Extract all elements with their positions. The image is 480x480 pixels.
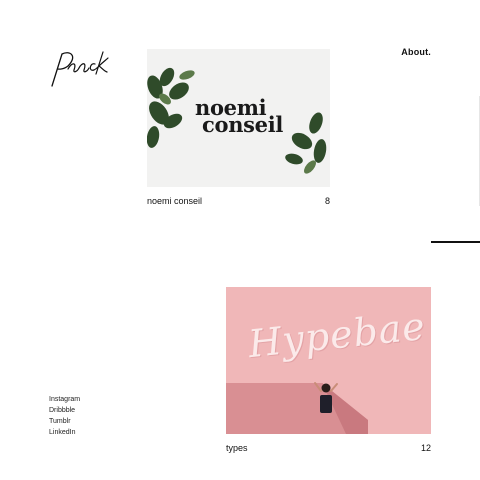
section-divider bbox=[431, 241, 480, 243]
social-link-tumblr[interactable]: Tumblr bbox=[49, 416, 80, 427]
logo-signature-icon bbox=[51, 51, 109, 87]
project-thumbnail[interactable]: noemi conseil bbox=[147, 49, 330, 187]
project-card-types[interactable]: Hypebae types 12 bbox=[226, 287, 431, 459]
about-link[interactable]: About. bbox=[401, 47, 431, 57]
project-card-noemi-conseil[interactable]: noemi conseil noemi conseil 8 bbox=[147, 49, 330, 209]
social-link-linkedin[interactable]: LinkedIn bbox=[49, 427, 80, 438]
social-links: Instagram Dribbble Tumblr LinkedIn bbox=[49, 394, 80, 438]
project-count: 8 bbox=[324, 196, 330, 206]
project-count: 12 bbox=[420, 443, 431, 453]
project-title[interactable]: types bbox=[226, 443, 248, 453]
thumbnail-brand-line2: conseil bbox=[202, 112, 284, 137]
project-title[interactable]: noemi conseil bbox=[147, 196, 202, 206]
social-link-dribbble[interactable]: Dribbble bbox=[49, 405, 80, 416]
social-link-instagram[interactable]: Instagram bbox=[49, 394, 80, 405]
project-thumbnail[interactable]: Hypebae bbox=[226, 287, 431, 434]
plant-leaves-icon bbox=[285, 112, 327, 174]
thumbnail-brand-text: noemi conseil bbox=[195, 97, 284, 137]
logo[interactable] bbox=[48, 48, 110, 88]
